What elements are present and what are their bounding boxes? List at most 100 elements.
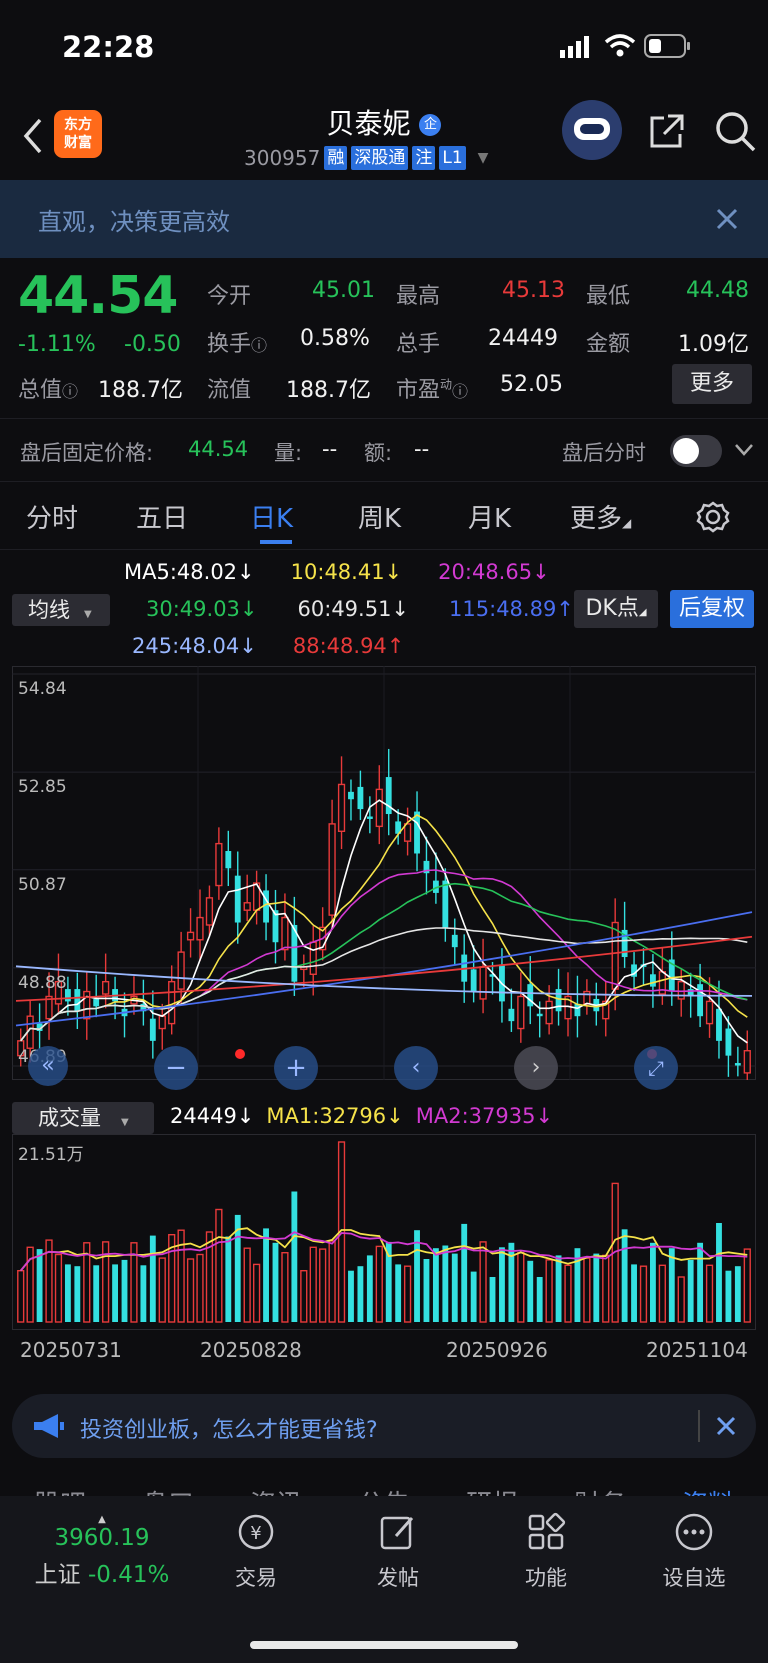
- mcap-value: 188.7亿: [98, 378, 183, 403]
- peek-tab-research[interactable]: 研报: [466, 1484, 518, 1496]
- peek-tab-orderbook[interactable]: 盘口: [142, 1484, 194, 1496]
- after-hours-vol-label: 量:: [274, 441, 303, 465]
- ma5-label: MA5:48.02↓: [124, 560, 255, 584]
- ma-legend-row1: MA5:48.02↓ 10:48.41↓ 20:48.65↓: [124, 560, 550, 584]
- volume-bar: [225, 1236, 232, 1322]
- candle-body: [186, 931, 195, 941]
- candle-body: [215, 842, 223, 887]
- candle-body: [451, 934, 458, 948]
- volume-label: 总手: [396, 332, 441, 357]
- peek-tab-forum[interactable]: 股吧: [34, 1484, 86, 1496]
- after-hours-toggle[interactable]: [670, 435, 722, 467]
- price-tick-label: 52.85: [18, 777, 67, 797]
- volume-bar: [593, 1253, 600, 1322]
- mcap-label: 总值ⓘ: [18, 378, 79, 403]
- peek-tab-announcements[interactable]: 公告: [358, 1484, 410, 1496]
- status-bar: 22:28: [0, 0, 768, 96]
- trade-button[interactable]: ¥ 交易: [196, 1512, 316, 1592]
- volume-bar: [366, 1255, 373, 1322]
- volume-bar: [697, 1242, 704, 1322]
- volume-chart[interactable]: [12, 1134, 756, 1330]
- pe-value: 52.05: [500, 372, 563, 397]
- candle-body: [168, 980, 176, 1025]
- candle-body: [508, 1008, 515, 1022]
- volume-bar: [716, 1223, 722, 1322]
- candle-body: [196, 916, 204, 941]
- more-button[interactable]: 更多: [672, 364, 752, 404]
- peek-tab-finance[interactable]: 财务: [574, 1484, 626, 1496]
- peek-tab-news[interactable]: 资讯: [250, 1484, 302, 1496]
- caret-down-icon[interactable]: ▼: [478, 150, 489, 166]
- home-indicator: [250, 1641, 518, 1649]
- tab-five-day[interactable]: 五日: [136, 498, 188, 535]
- volume-bar: [74, 1266, 81, 1322]
- candle-body: [177, 951, 185, 990]
- ma-legend-row3: 245:48.04↓ 88:48.94↑: [132, 634, 404, 658]
- volume-bar: [564, 1264, 572, 1323]
- volume-bar: [677, 1276, 685, 1323]
- tab-more[interactable]: 更多◢: [570, 498, 631, 535]
- kline-chart[interactable]: 54.8452.8550.8748.8846.89: [12, 666, 756, 1080]
- previous-button[interactable]: ‹: [394, 1046, 438, 1090]
- info-banner[interactable]: 直观，决策更高效: [0, 180, 768, 258]
- volume-bar: [17, 1269, 25, 1323]
- volume-bar: [263, 1228, 269, 1322]
- functions-button[interactable]: 功能: [486, 1512, 606, 1592]
- candle-body: [611, 921, 619, 990]
- volume-max-label: 21.51万: [18, 1145, 84, 1165]
- candle-body: [74, 989, 81, 1012]
- volume-bar: [357, 1266, 364, 1322]
- date-label-4: 20251104: [646, 1338, 748, 1362]
- dk-point-button[interactable]: DK点◢: [574, 590, 658, 628]
- tab-daily-k[interactable]: 日K: [250, 498, 293, 535]
- add-watchlist-button[interactable]: 设自选: [634, 1512, 754, 1592]
- volume-legend: 24449↓ MA1:32796↓ MA2:37935↓: [170, 1104, 553, 1128]
- adjustment-button[interactable]: 后复权: [670, 590, 754, 628]
- volume-bar: [243, 1247, 251, 1323]
- share-icon[interactable]: [648, 112, 686, 150]
- zoom-in-button[interactable]: +: [274, 1046, 318, 1090]
- promo-bar[interactable]: 投资创业板，怎么才能更省钱?: [12, 1394, 756, 1458]
- next-button[interactable]: ›: [514, 1046, 558, 1090]
- volume-bar: [451, 1253, 458, 1322]
- turnover-value: 0.58%: [300, 326, 370, 351]
- tab-weekly-k[interactable]: 周K: [358, 498, 401, 535]
- after-hours-bar: 盘后固定价格: 44.54 量: -- 额: -- 盘后分时: [0, 418, 768, 482]
- edit-icon: [380, 1516, 414, 1550]
- tab-monthly-k[interactable]: 月K: [468, 498, 511, 535]
- fullscreen-button[interactable]: ⤢: [634, 1046, 678, 1090]
- search-icon[interactable]: [714, 110, 756, 152]
- volume-bar: [140, 1265, 147, 1322]
- scroll-left-button[interactable]: «: [28, 1046, 68, 1086]
- close-icon[interactable]: [716, 208, 738, 230]
- candle-body: [234, 875, 241, 923]
- peek-tab-profile[interactable]: 资料: [682, 1484, 734, 1496]
- chevron-down-icon[interactable]: [734, 443, 754, 457]
- date-label-3: 20250926: [446, 1338, 548, 1362]
- volume-current: 24449↓: [170, 1104, 255, 1128]
- ma60-label: 60:49.51↓: [297, 597, 410, 621]
- volume-bar: [291, 1191, 298, 1322]
- tab-intraday[interactable]: 分时: [26, 498, 78, 535]
- volume-bar: [309, 1246, 317, 1323]
- volume-bar: [517, 1251, 525, 1323]
- zoom-out-button[interactable]: −: [154, 1046, 198, 1090]
- change-amount: -0.50: [124, 332, 181, 357]
- open-value: 45.01: [312, 278, 375, 303]
- volume-bar: [300, 1269, 308, 1323]
- amount-label: 金额: [586, 332, 631, 357]
- volume-bar: [93, 1265, 100, 1322]
- settings-gear-icon[interactable]: [696, 500, 730, 534]
- candle-body: [366, 816, 373, 819]
- indicator-select[interactable]: 均线 ▼: [12, 594, 110, 626]
- post-button[interactable]: 发帖: [338, 1512, 458, 1592]
- candle-body: [83, 990, 91, 1020]
- volume-indicator-select[interactable]: 成交量 ▼: [12, 1102, 154, 1134]
- index-value: 3960.19: [54, 1525, 150, 1551]
- index-ticker[interactable]: ▲ 3960.19 上证 -0.41%: [22, 1514, 182, 1589]
- close-icon[interactable]: [716, 1416, 736, 1436]
- volume-bar: [658, 1264, 666, 1323]
- candle-body: [545, 1000, 553, 1025]
- candle-body: [93, 998, 100, 1007]
- ai-assistant-avatar[interactable]: [562, 100, 622, 160]
